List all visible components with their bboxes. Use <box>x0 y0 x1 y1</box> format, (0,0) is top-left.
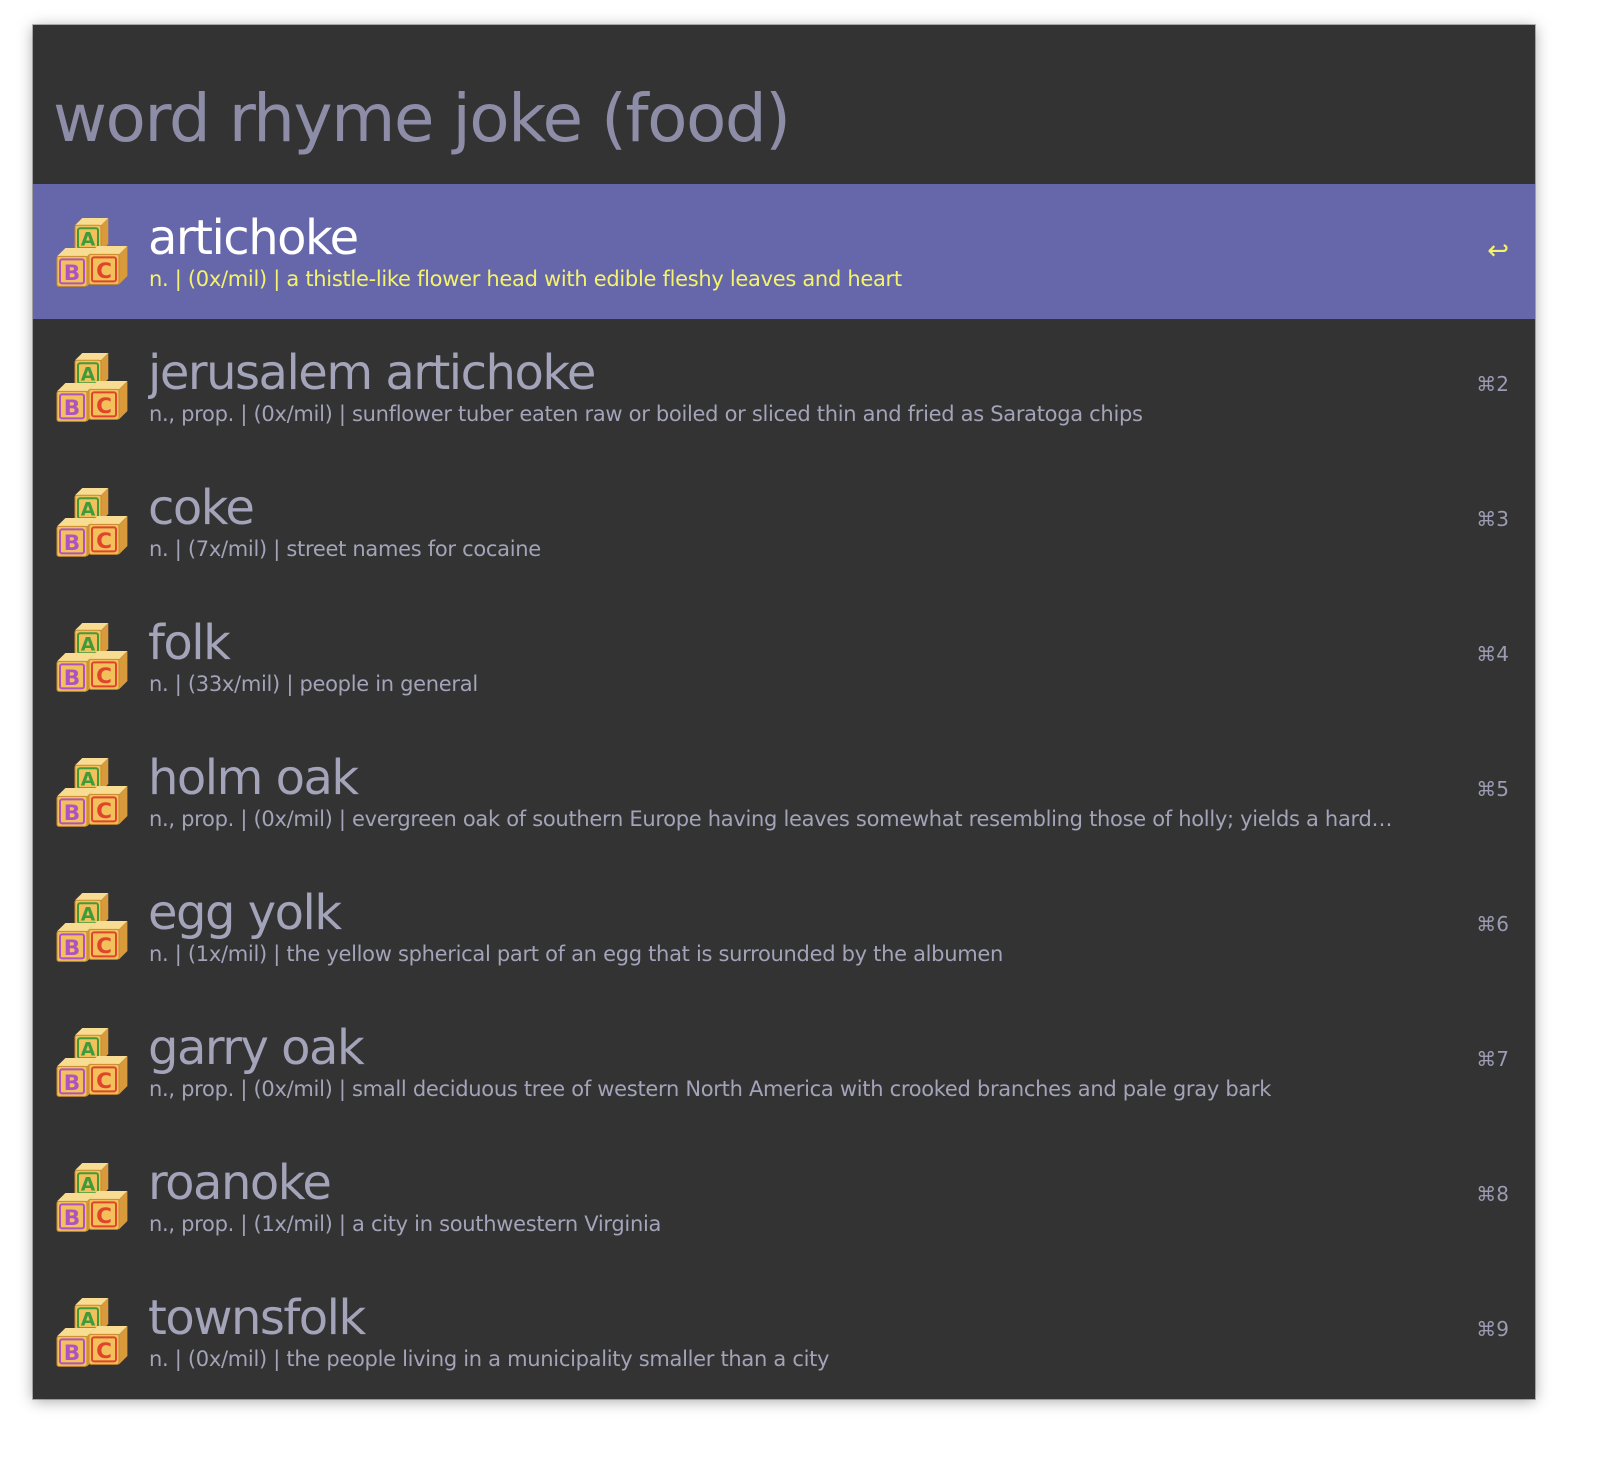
result-subtitle: n. | (33x/mil) | people in general <box>149 672 478 696</box>
svg-text:C: C <box>96 934 112 959</box>
abc-blocks-icon: AB C <box>56 353 128 422</box>
svg-text:C: C <box>96 1204 112 1229</box>
result-shortcut: ⌘3 <box>1476 507 1509 531</box>
result-shortcut: ⌘7 <box>1476 1047 1509 1071</box>
result-shortcut: ⌘2 <box>1476 372 1509 396</box>
svg-text:C: C <box>96 1339 112 1364</box>
result-subtitle: n. | (1x/mil) | the yellow spherical par… <box>149 942 1004 966</box>
result-title: jerusalem artichoke <box>148 345 596 401</box>
abc-blocks-icon: AB C <box>56 1298 128 1367</box>
svg-text:C: C <box>96 259 112 284</box>
result-row[interactable]: ABC artichoke n. | (0x/mil) | a thistle-… <box>33 184 1535 319</box>
result-title: egg yolk <box>148 885 342 941</box>
result-subtitle: n., prop. | (1x/mil) | a city in southwe… <box>149 1212 662 1236</box>
svg-text:B: B <box>64 936 80 961</box>
result-row[interactable]: ABC townsfolk n. | (0x/mil) | the people… <box>33 1264 1535 1399</box>
svg-text:B: B <box>64 396 80 421</box>
result-title: coke <box>148 480 255 536</box>
return-key-icon: ↩ <box>1487 236 1509 266</box>
svg-text:C: C <box>96 799 112 824</box>
abc-blocks-icon: AB C <box>56 218 128 287</box>
svg-text:C: C <box>96 529 112 554</box>
svg-text:A: A <box>81 365 96 386</box>
svg-text:A: A <box>81 770 96 791</box>
svg-text:B: B <box>64 531 80 556</box>
svg-text:B: B <box>64 1071 80 1096</box>
result-subtitle: n., prop. | (0x/mil) | small deciduous t… <box>149 1077 1272 1101</box>
results-list: ABC artichoke n. | (0x/mil) | a thistle-… <box>33 184 1535 1399</box>
result-subtitle: n., prop. | (0x/mil) | evergreen oak of … <box>149 807 1393 831</box>
svg-text:A: A <box>81 635 96 656</box>
svg-text:C: C <box>96 1069 112 1094</box>
search-query-input[interactable]: word rhyme joke (food) <box>53 69 1513 169</box>
abc-blocks-icon: AB C <box>56 893 128 962</box>
result-shortcut: ⌘5 <box>1476 777 1509 801</box>
svg-text:B: B <box>64 1341 80 1366</box>
result-row[interactable]: ABC egg yolk n. | (1x/mil) | the yellow … <box>33 859 1535 994</box>
result-title: holm oak <box>148 750 359 806</box>
result-row[interactable]: ABC folk n. | (33x/mil) | people in gene… <box>33 589 1535 724</box>
result-subtitle: n., prop. | (0x/mil) | sunflower tuber e… <box>149 402 1143 426</box>
abc-blocks-icon: AB C <box>56 1163 128 1232</box>
svg-text:A: A <box>81 1040 96 1061</box>
result-title: roanoke <box>148 1155 332 1211</box>
abc-blocks-icon: AB C <box>56 758 128 827</box>
result-title: folk <box>148 615 231 671</box>
svg-text:A: A <box>81 1175 96 1196</box>
result-shortcut: ⌘4 <box>1476 642 1509 666</box>
result-row[interactable]: ABC garry oak n., prop. | (0x/mil) | sma… <box>33 994 1535 1129</box>
result-subtitle: n. | (0x/mil) | a thistle-like flower he… <box>149 267 902 291</box>
svg-text:B: B <box>64 801 80 826</box>
launcher-window: word rhyme joke (food) ABC artichoke n. … <box>33 25 1535 1399</box>
svg-text:A: A <box>81 1310 96 1331</box>
result-title: artichoke <box>148 210 359 266</box>
svg-text:A: A <box>81 905 96 926</box>
result-row[interactable]: ABC roanoke n., prop. | (1x/mil) | a cit… <box>33 1129 1535 1264</box>
result-subtitle: n. | (0x/mil) | the people living in a m… <box>149 1347 830 1371</box>
svg-text:A: A <box>81 230 96 251</box>
svg-text:C: C <box>96 664 112 689</box>
svg-text:B: B <box>64 666 80 691</box>
abc-blocks-icon: AB C <box>56 488 128 557</box>
result-shortcut: ⌘8 <box>1476 1182 1509 1206</box>
svg-text:B: B <box>64 1206 80 1231</box>
result-title: townsfolk <box>148 1290 366 1346</box>
result-row[interactable]: ABC jerusalem artichoke n., prop. | (0x/… <box>33 319 1535 454</box>
result-row[interactable]: ABC holm oak n., prop. | (0x/mil) | ever… <box>33 724 1535 859</box>
svg-text:B: B <box>64 261 80 286</box>
result-shortcut: ⌘6 <box>1476 912 1509 936</box>
abc-blocks-icon: AB C <box>56 1028 128 1097</box>
result-row[interactable]: ABC coke n. | (7x/mil) | street names fo… <box>33 454 1535 589</box>
svg-text:A: A <box>81 500 96 521</box>
abc-blocks-icon: AB C <box>56 623 128 692</box>
result-title: garry oak <box>148 1020 365 1076</box>
result-subtitle: n. | (7x/mil) | street names for cocaine <box>149 537 541 561</box>
svg-text:C: C <box>96 394 112 419</box>
result-shortcut: ⌘9 <box>1476 1317 1509 1341</box>
